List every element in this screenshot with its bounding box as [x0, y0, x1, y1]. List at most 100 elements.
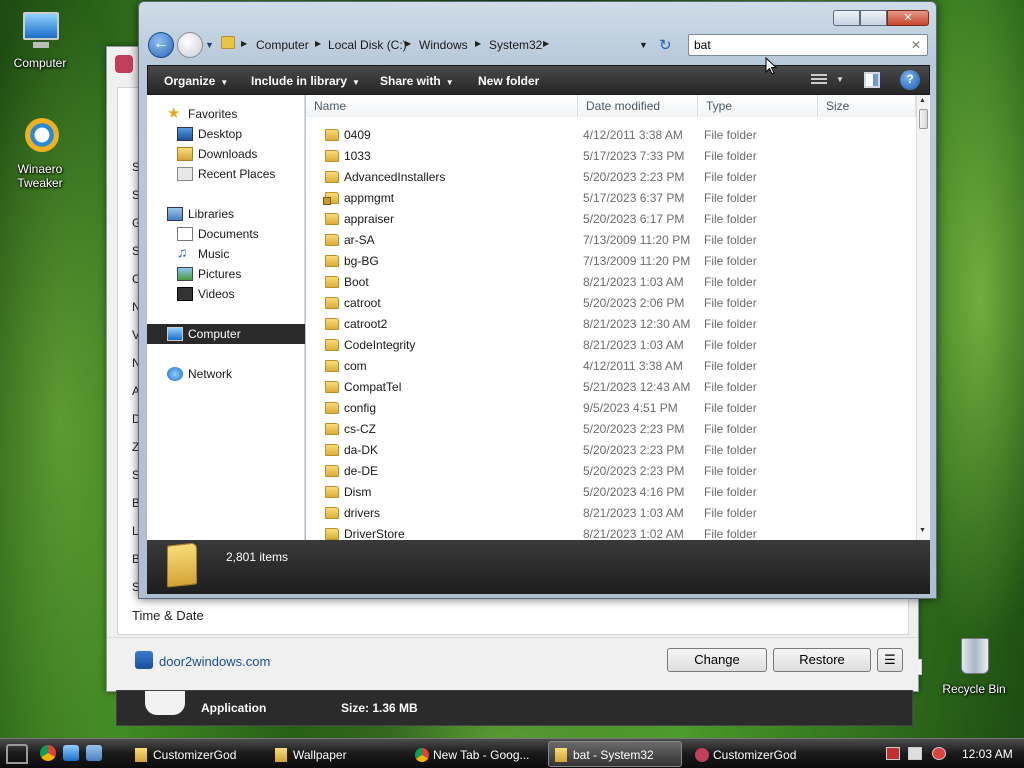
- nav-documents[interactable]: Documents: [147, 224, 305, 244]
- nav-recent-places[interactable]: Recent Places: [147, 164, 305, 184]
- address-bar[interactable]: ▶ Computer ▶ Local Disk (C:) ▶ Windows ▶…: [217, 32, 657, 58]
- start-button[interactable]: [6, 744, 28, 764]
- breadcrumb-separator-icon[interactable]: ▶: [315, 39, 321, 48]
- share-with-menu[interactable]: Share with ▼: [380, 74, 454, 88]
- table-row[interactable]: de-DE 5/20/2023 2:23 PM File folder: [306, 461, 916, 482]
- nav-desktop[interactable]: Desktop: [147, 124, 305, 144]
- table-row[interactable]: bg-BG 7/13/2009 11:20 PM File folder: [306, 251, 916, 272]
- scroll-up-icon[interactable]: ▲: [919, 97, 926, 104]
- table-row[interactable]: drivers 8/21/2023 1:03 AM File folder: [306, 503, 916, 524]
- restore-button[interactable]: Restore: [773, 648, 871, 672]
- breadcrumb-separator-icon[interactable]: ▶: [241, 39, 247, 48]
- file-date: 8/21/2023 1:03 AM: [583, 275, 684, 289]
- nav-libraries[interactable]: Libraries: [147, 204, 305, 224]
- preview-pane-icon[interactable]: [864, 72, 880, 88]
- folder-icon: [325, 297, 339, 309]
- nav-downloads[interactable]: Downloads: [147, 144, 305, 164]
- breadcrumb-local-disk[interactable]: Local Disk (C:): [328, 38, 407, 52]
- change-button[interactable]: Change: [667, 648, 767, 672]
- nav-music[interactable]: ♫ Music: [147, 244, 305, 264]
- column-header-name[interactable]: Name: [306, 95, 578, 117]
- table-row[interactable]: config 9/5/2023 4:51 PM File folder: [306, 398, 916, 419]
- search-box[interactable]: ✕: [688, 34, 928, 56]
- forward-button[interactable]: [177, 32, 203, 58]
- table-row[interactable]: CodeIntegrity 8/21/2023 1:03 AM File folde…: [306, 335, 916, 356]
- back-button[interactable]: ←: [148, 32, 174, 58]
- taskbar-item-customizergod-app[interactable]: CustomizerGod: [688, 741, 824, 767]
- include-in-library-menu[interactable]: Include in library ▼: [251, 74, 360, 88]
- nav-videos[interactable]: Videos: [147, 284, 305, 304]
- file-date: 8/21/2023 1:02 AM: [583, 527, 684, 540]
- list-item-time-date[interactable]: Time & Date: [132, 608, 204, 623]
- table-row[interactable]: 0409 4/12/2011 3:38 AM File folder: [306, 125, 916, 146]
- breadcrumb-separator-icon[interactable]: ▶: [475, 39, 481, 48]
- maximize-button[interactable]: [860, 10, 887, 26]
- table-row[interactable]: CompatTel 5/21/2023 12:43 AM File folder: [306, 377, 916, 398]
- column-header-type[interactable]: Type: [698, 95, 818, 117]
- refresh-icon[interactable]: ↻: [659, 36, 672, 54]
- network-tray-icon[interactable]: [908, 747, 922, 760]
- table-row[interactable]: com 4/12/2011 3:38 AM File folder: [306, 356, 916, 377]
- table-row[interactable]: appmgmt 5/17/2023 6:37 PM File folder: [306, 188, 916, 209]
- breadcrumb-separator-icon[interactable]: ▶: [405, 39, 411, 48]
- recent-pages-dropdown[interactable]: ▼: [205, 40, 214, 50]
- breadcrumb-computer[interactable]: Computer: [256, 38, 309, 52]
- table-row[interactable]: da-DK 5/20/2023 2:23 PM File folder: [306, 440, 916, 461]
- organize-menu[interactable]: Organize ▼: [164, 74, 228, 88]
- table-row[interactable]: Dism 5/20/2023 4:16 PM File folder: [306, 482, 916, 503]
- table-row[interactable]: cs-CZ 5/20/2023 2:23 PM File folder: [306, 419, 916, 440]
- taskbar-item-chrome[interactable]: New Tab - Goog...: [408, 741, 544, 767]
- file-date: 5/21/2023 12:43 AM: [583, 380, 691, 394]
- action-center-icon[interactable]: [886, 747, 900, 760]
- table-row[interactable]: ar-SA 7/13/2009 11:20 PM File folder: [306, 230, 916, 251]
- door2windows-link[interactable]: door2windows.com: [159, 654, 270, 669]
- scroll-down-icon[interactable]: ▼: [919, 527, 926, 534]
- nav-network[interactable]: Network: [147, 364, 305, 384]
- table-row[interactable]: catroot2 8/21/2023 12:30 AM File folder: [306, 314, 916, 335]
- file-name: com: [344, 359, 367, 373]
- desktop-icon-winaero-tweaker[interactable]: Winaero Tweaker: [0, 116, 80, 190]
- new-folder-button[interactable]: New folder: [478, 74, 539, 88]
- share-label: Share with: [380, 74, 441, 88]
- view-options-dropdown-icon[interactable]: ▼: [836, 75, 844, 84]
- taskbar-item-wallpaper[interactable]: Wallpaper: [268, 741, 404, 767]
- close-button[interactable]: ✕: [887, 10, 929, 26]
- volume-muted-icon[interactable]: [932, 747, 946, 760]
- column-header-date[interactable]: Date modified: [578, 95, 698, 117]
- change-view-icon[interactable]: [811, 74, 827, 86]
- show-desktop-icon[interactable]: [63, 745, 79, 761]
- folder-icon: [325, 486, 339, 498]
- breadcrumb-separator-icon[interactable]: ▶: [543, 39, 549, 48]
- address-dropdown-icon[interactable]: ▼: [639, 40, 648, 50]
- table-row[interactable]: DriverStore 8/21/2023 1:02 AM File folder: [306, 524, 916, 540]
- folder-icon: [275, 748, 287, 762]
- breadcrumb-system32[interactable]: System32: [489, 38, 542, 52]
- nav-computer[interactable]: Computer: [147, 324, 305, 344]
- command-bar: Organize ▼ Include in library ▼ Share with…: [147, 65, 930, 95]
- chrome-icon[interactable]: [40, 745, 56, 761]
- table-row[interactable]: 1033 5/17/2023 7:33 PM File folder: [306, 146, 916, 167]
- nav-pictures[interactable]: Pictures: [147, 264, 305, 284]
- table-row[interactable]: appraiser 5/20/2023 6:17 PM File folder: [306, 209, 916, 230]
- file-date: 5/20/2023 6:17 PM: [583, 212, 685, 226]
- breadcrumb-windows[interactable]: Windows: [419, 38, 468, 52]
- desktop-icon-recycle-bin[interactable]: Recycle Bin: [934, 636, 1014, 696]
- minimize-button[interactable]: [833, 10, 860, 26]
- switch-windows-icon[interactable]: [86, 745, 102, 761]
- vertical-scrollbar[interactable]: ▲ ▼: [916, 95, 930, 540]
- table-row[interactable]: Boot 8/21/2023 1:03 AM File folder: [306, 272, 916, 293]
- taskbar-item-explorer[interactable]: bat - System32: [548, 741, 682, 767]
- scrollbar-thumb[interactable]: [919, 109, 928, 129]
- desktop-icon-computer[interactable]: Computer: [0, 10, 80, 70]
- nav-favorites[interactable]: ★ Favorites: [147, 104, 305, 124]
- clear-search-icon[interactable]: ✕: [911, 38, 921, 52]
- taskbar-item-customizergod[interactable]: CustomizerGod: [128, 741, 264, 767]
- table-row[interactable]: AdvancedInstallers 5/20/2023 2:23 PM File …: [306, 167, 916, 188]
- table-row[interactable]: catroot 5/20/2023 2:06 PM File folder: [306, 293, 916, 314]
- column-header-size[interactable]: Size: [818, 95, 916, 117]
- nav-label: Desktop: [198, 127, 243, 141]
- clock[interactable]: 12:03 AM: [962, 747, 1013, 761]
- help-icon[interactable]: ?: [900, 70, 920, 90]
- menu-button[interactable]: ☰: [877, 648, 903, 672]
- search-input[interactable]: [694, 37, 904, 53]
